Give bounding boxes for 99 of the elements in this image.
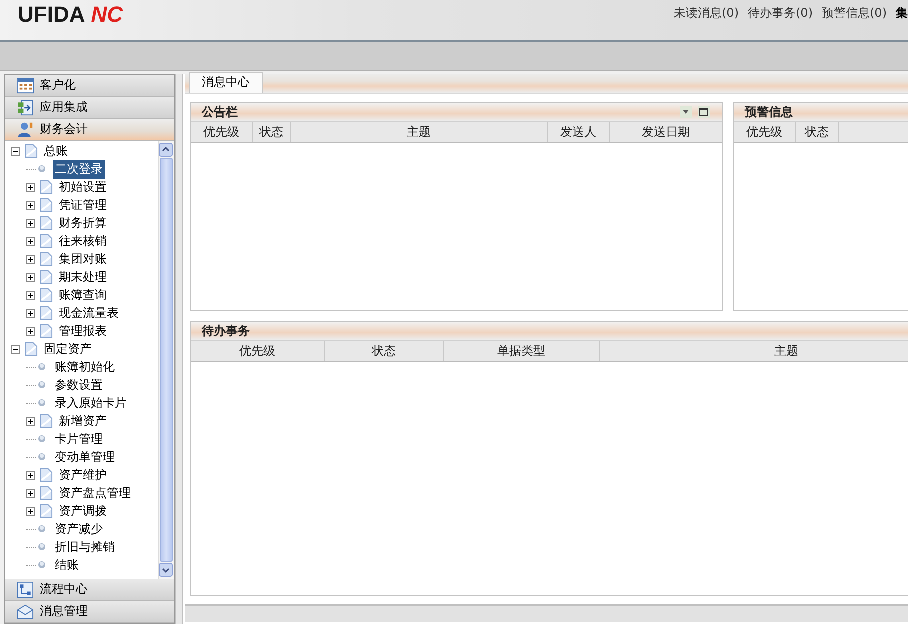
document-icon	[40, 504, 53, 518]
column-header[interactable]: 优先级	[734, 122, 796, 142]
dropdown-icon[interactable]	[680, 106, 692, 118]
panel-title: 预警信息	[745, 104, 794, 120]
sidebar-section[interactable]: 流程中心	[5, 579, 174, 601]
tree-item[interactable]: 变动单管理	[53, 448, 117, 466]
tree-item[interactable]: 凭证管理	[57, 196, 109, 214]
document-icon	[25, 144, 38, 158]
document-icon	[40, 252, 53, 266]
expand-icon[interactable]	[26, 290, 35, 300]
tree-item[interactable]: 固定资产	[42, 340, 94, 358]
document-icon	[40, 468, 53, 482]
document-icon	[40, 216, 53, 230]
document-icon	[40, 270, 53, 284]
column-header[interactable]: 主题	[600, 341, 908, 361]
tree-item[interactable]: 现金流量表	[57, 304, 121, 322]
expand-icon[interactable]	[26, 326, 35, 336]
leaf-dot-icon	[38, 165, 46, 173]
tree-item[interactable]: 往来核销	[57, 232, 109, 250]
tree-item[interactable]: 卡片管理	[53, 430, 105, 448]
document-icon	[40, 306, 53, 320]
envelope-icon	[17, 604, 34, 620]
panel-title: 公告栏	[202, 104, 239, 120]
tree-item[interactable]: 资产调拨	[57, 502, 109, 520]
document-icon	[40, 234, 53, 248]
flowchart-icon	[17, 582, 34, 598]
tree-item[interactable]: 总账	[42, 142, 70, 160]
tree-item[interactable]: 初始设置	[57, 178, 109, 196]
leaf-dot-icon	[38, 525, 46, 533]
maximize-icon[interactable]	[698, 106, 710, 118]
scroll-thumb[interactable]	[160, 158, 173, 562]
collapse-icon[interactable]	[11, 344, 20, 354]
sidebar-section[interactable]: 消息管理	[5, 601, 174, 623]
expand-icon[interactable]	[26, 308, 35, 318]
leaf-dot-icon	[38, 561, 46, 569]
tree-item[interactable]: 结账	[53, 556, 81, 574]
grid-icon	[17, 78, 34, 94]
header-link[interactable]: 待办事务(0)	[748, 5, 813, 22]
collapse-icon[interactable]	[11, 146, 20, 156]
leaf-dot-icon	[38, 435, 46, 443]
expand-icon[interactable]	[26, 182, 35, 192]
column-header[interactable]: 状态	[325, 341, 444, 361]
header-link[interactable]: 未读消息(0)	[674, 5, 739, 22]
document-icon	[25, 342, 38, 356]
expand-icon[interactable]	[26, 506, 35, 516]
expand-icon[interactable]	[26, 488, 35, 498]
header-link[interactable]: 预警信息(0)	[822, 5, 887, 22]
column-header[interactable]: 优先级	[191, 341, 325, 361]
logo: UFIDA NC	[17, 1, 123, 28]
sidebar-section[interactable]: 财务会计	[5, 119, 174, 141]
leaf-dot-icon	[38, 363, 46, 371]
document-icon	[40, 324, 53, 338]
leaf-dot-icon	[38, 399, 46, 407]
column-header[interactable]: 状态	[796, 122, 839, 142]
scrollbar[interactable]	[158, 141, 174, 579]
tree-item[interactable]: 账簿查询	[57, 286, 109, 304]
scroll-up-icon[interactable]	[159, 143, 173, 157]
tree-item[interactable]: 新增资产	[57, 412, 109, 430]
expand-icon[interactable]	[26, 218, 35, 228]
column-header[interactable]: 状态	[253, 122, 291, 142]
expand-icon[interactable]	[26, 254, 35, 264]
document-icon	[40, 486, 53, 500]
column-header[interactable]: 单据类型	[444, 341, 600, 361]
leaf-dot-icon	[38, 453, 46, 461]
sidebar-section[interactable]: 应用集成	[5, 97, 174, 119]
column-header[interactable]: 发送日期	[610, 122, 722, 142]
document-icon	[40, 288, 53, 302]
column-header[interactable]: 主题	[291, 122, 548, 142]
tree-item[interactable]: 资产维护	[57, 466, 109, 484]
tab[interactable]: 消息中心	[189, 72, 263, 93]
document-icon	[40, 180, 53, 194]
document-icon	[40, 198, 53, 212]
tree-item[interactable]: 二次登录	[53, 160, 105, 178]
tree-item[interactable]: 录入原始卡片	[53, 394, 129, 412]
leaf-dot-icon	[38, 543, 46, 551]
column-header[interactable]: 发送人	[548, 122, 610, 142]
header-link[interactable]: 集	[896, 5, 908, 22]
tree-item[interactable]: 账簿初始化	[53, 358, 117, 376]
expand-icon[interactable]	[26, 416, 35, 426]
panel-title: 待办事务	[202, 322, 251, 340]
tree-item[interactable]: 财务折算	[57, 214, 109, 232]
expand-icon[interactable]	[26, 200, 35, 210]
leaf-dot-icon	[38, 381, 46, 389]
column-header[interactable]: 优先级	[191, 122, 253, 142]
tree-item[interactable]: 折旧与摊销	[53, 538, 117, 556]
document-icon	[40, 414, 53, 428]
tree-item[interactable]: 期末处理	[57, 268, 109, 286]
sidebar-section[interactable]: 客户化	[5, 75, 174, 97]
tree-item[interactable]: 资产盘点管理	[57, 484, 133, 502]
tree-item[interactable]: 参数设置	[53, 376, 105, 394]
tree-item[interactable]: 资产减少	[53, 520, 105, 538]
expand-icon[interactable]	[26, 272, 35, 282]
tree-item[interactable]: 管理报表	[57, 322, 109, 340]
expand-icon[interactable]	[26, 470, 35, 480]
tree-item[interactable]: 集团对账	[57, 250, 109, 268]
user-icon	[17, 122, 34, 138]
expand-icon[interactable]	[26, 236, 35, 246]
document-arrow-icon	[17, 100, 34, 116]
scroll-down-icon[interactable]	[159, 563, 173, 577]
